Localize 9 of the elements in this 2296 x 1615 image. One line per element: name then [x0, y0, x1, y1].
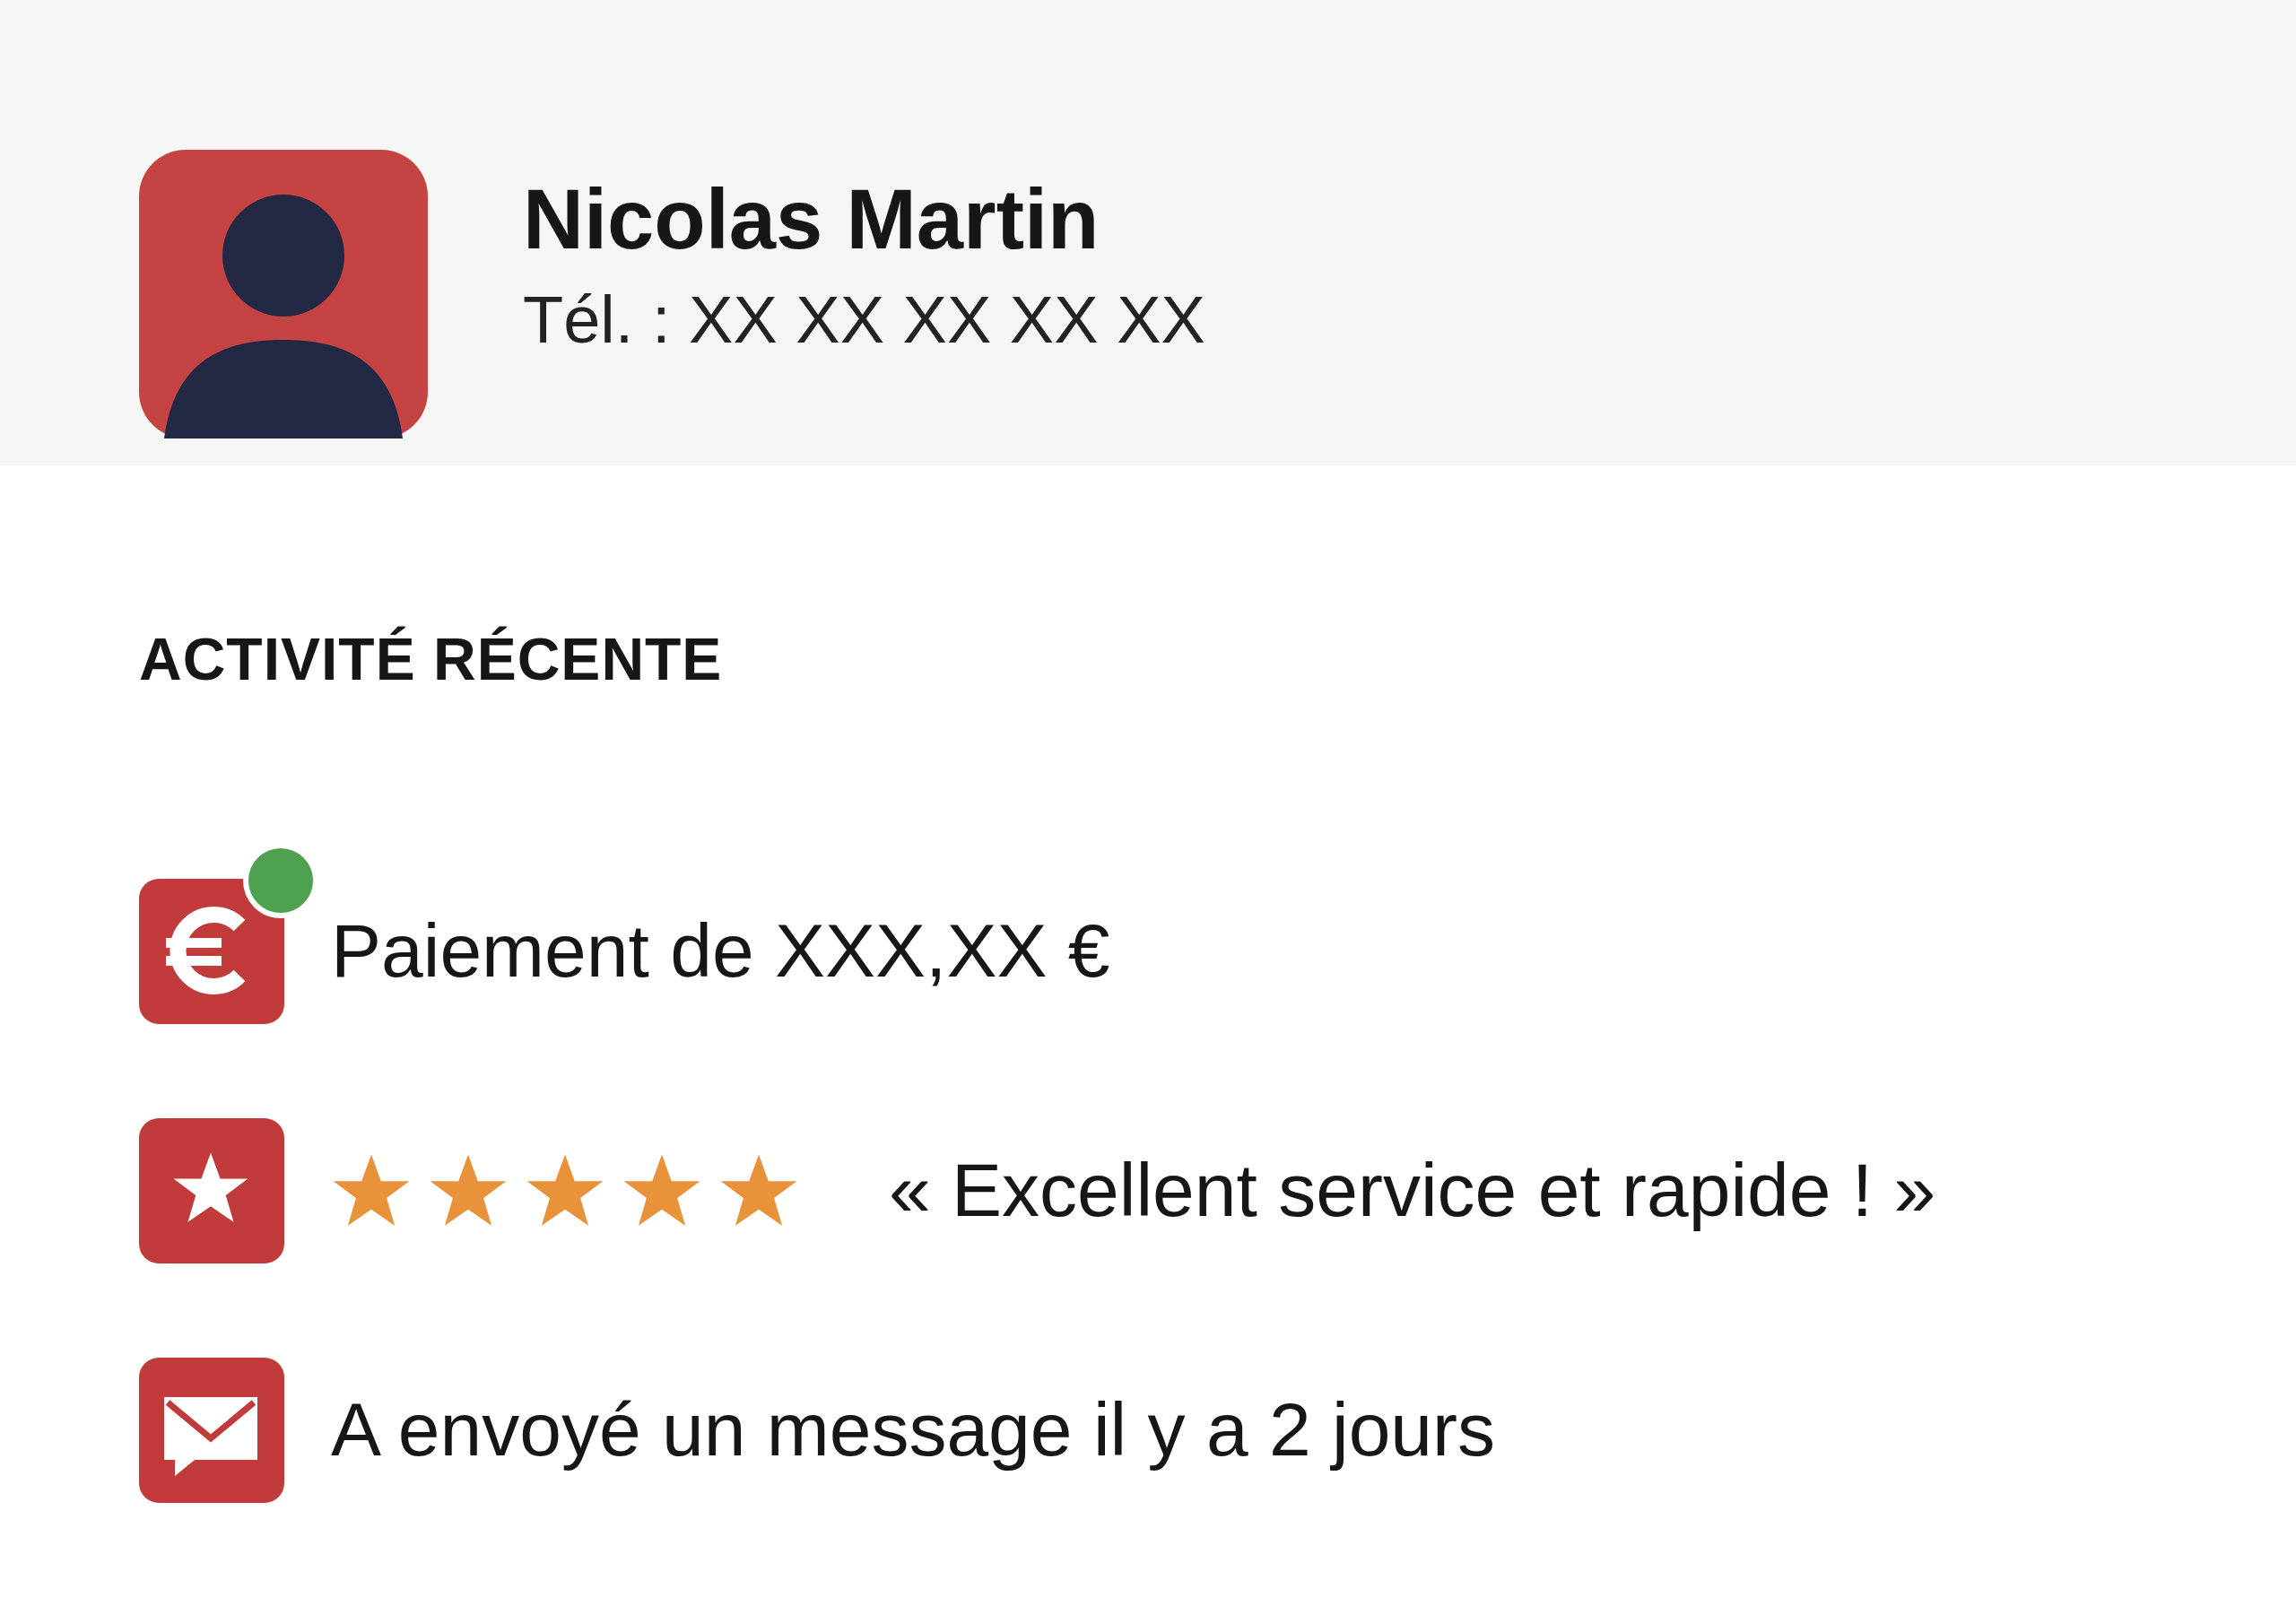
activity-text: Paiement de XXX,XX €	[331, 907, 1110, 995]
section-heading: ACTIVITÉ RÉCENTE	[139, 627, 724, 692]
euro-icon	[139, 878, 284, 1024]
contact-name: Nicolas Martin	[523, 171, 1100, 268]
review-text: « Excellent service et rapide ! »	[889, 1147, 1936, 1235]
phone-number: Tél. : XX XX XX XX XX	[523, 282, 1205, 360]
avatar-icon	[139, 150, 428, 438]
activity-text: A envoyé un message il y a 2 jours	[331, 1386, 1496, 1474]
envelope-icon	[139, 1357, 284, 1503]
